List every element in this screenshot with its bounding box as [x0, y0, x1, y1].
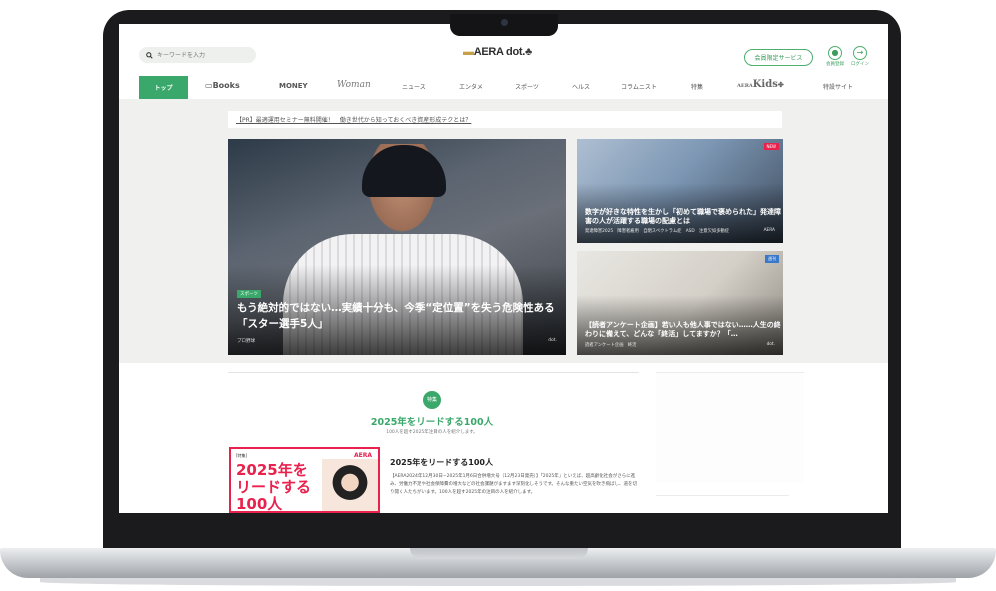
feature-heading[interactable]: 2025年をリードする100人: [299, 414, 565, 428]
main-story-title: もう絶対的ではない…実績十分も、今季“定位置”を失う危険性ある「スター選手5人」: [237, 302, 555, 330]
nav-item-health[interactable]: ヘルス: [572, 82, 590, 91]
mascot-icon: ♣: [524, 46, 532, 58]
nav-item-sports[interactable]: スポーツ: [515, 82, 539, 91]
feature-subheading: 100人を超す2025年注目の人を紹介します。: [386, 430, 478, 435]
feature-article-excerpt: 【AERA2024年12月30日−2025年1月6日合併増大号（12月23日発売…: [390, 474, 638, 495]
search-icon: [146, 51, 153, 59]
nav-item-books[interactable]: ▭Books: [205, 81, 240, 90]
register-label: 会員登録: [826, 62, 844, 67]
nav-item-money[interactable]: MONEY: [279, 82, 308, 90]
feature-article-title[interactable]: 2025年をリードする100人: [390, 457, 493, 468]
site-logo[interactable]: ▬AERA dot.♣: [463, 46, 532, 58]
new-badge: NEW: [763, 143, 779, 150]
main-story-tag: スポーツ: [237, 290, 261, 298]
cover-portrait-image: [322, 459, 378, 511]
side-story-tags: 発達障害2025 障害者雇用 自閉スペクトラム症 ASD 注意欠如多動症: [585, 229, 730, 234]
kids-puzzle-icon: ✤: [777, 80, 784, 89]
feature-icon: 特集: [423, 391, 441, 409]
main-story-source: dot.: [548, 338, 557, 343]
nav-item-special-sites[interactable]: 特設サイト: [823, 82, 853, 91]
side-story-title: 数字が好きな特性を生かし「初めて職場で褒められた」発達障害の人が活躍する職場の配…: [585, 208, 781, 225]
side-story-title: 【読者アンケート企画】若い人も他人事ではない……人生の終わりに備えて、どんな「終…: [585, 321, 781, 338]
kids-label: Kids: [752, 79, 778, 90]
search-box[interactable]: [139, 47, 256, 63]
laptop-shadow: [40, 578, 956, 586]
browser-screen: ▬AERA dot.♣ 会員限定サービス ● 会員登録 → ログイン トップ ▭…: [119, 24, 888, 513]
laptop-opening-lip: [410, 548, 588, 559]
login-button[interactable]: → ログイン: [847, 46, 873, 67]
nav-item-woman[interactable]: Woman: [337, 80, 371, 90]
side-story-card[interactable]: 週刊 【読者アンケート企画】若い人も他人事ではない……人生の終わりに備えて、どん…: [577, 251, 783, 355]
side-story-source: AERA: [763, 228, 775, 233]
nav-item-kids[interactable]: AERAKids✤: [737, 79, 784, 90]
user-icon: ●: [828, 46, 842, 60]
pr-banner[interactable]: 【PR】最適運用セミナー無料開催！ 働き世代から知っておくべき資産形成テクとは？: [228, 111, 782, 128]
main-story-category: プロ野球: [237, 339, 255, 344]
nav-item-special[interactable]: 特集: [691, 82, 703, 91]
cover-brand: AERA: [353, 452, 372, 459]
logo-text: AERA dot.: [473, 46, 526, 58]
side-story-tags: 読者アンケート企画 終活: [585, 343, 637, 348]
search-input[interactable]: [157, 51, 247, 59]
nav-item-columnist[interactable]: コラムニスト: [621, 82, 657, 91]
logo-ornament-icon: ▬: [463, 46, 474, 58]
side-story-source: dot.: [766, 342, 775, 347]
pr-banner-text: 【PR】最適運用セミナー無料開催！ 働き世代から知っておくべき資産形成テクとは？: [236, 117, 472, 124]
register-button[interactable]: ● 会員登録: [822, 46, 848, 67]
camera-icon: [501, 19, 508, 26]
section-divider: [228, 372, 639, 373]
cover-headline: 2025年をリードする100人: [236, 461, 312, 513]
nav-books-label: Books: [212, 81, 240, 90]
member-service-button[interactable]: 会員限定サービス: [744, 49, 813, 66]
sidebar-divider: [656, 495, 789, 496]
nav-item-top[interactable]: トップ: [139, 76, 188, 99]
main-story-card[interactable]: スポーツ もう絶対的ではない…実績十分も、今季“定位置”を失う危険性ある「スター…: [228, 139, 566, 355]
feature-cover-image[interactable]: [特集] AERA 2025年をリードする100人: [229, 447, 380, 513]
kids-prefix: AERA: [737, 83, 753, 89]
side-story-card[interactable]: NEW 数字が好きな特性を生かし「初めて職場で褒められた」発達障害の人が活躍する…: [577, 139, 783, 243]
book-icon: ▭: [205, 81, 213, 90]
nav-item-entertainment[interactable]: エンタメ: [459, 82, 483, 91]
nav-item-news[interactable]: ニュース: [402, 82, 426, 91]
sidebar-ad-area: [656, 372, 804, 483]
weekly-badge: 週刊: [765, 255, 779, 263]
main-nav: トップ ▭Books MONEY Woman ニュース エンタメ スポーツ ヘル…: [119, 76, 888, 99]
login-icon: →: [853, 46, 867, 60]
login-label: ログイン: [851, 62, 869, 67]
cover-tag: [特集]: [236, 453, 248, 458]
